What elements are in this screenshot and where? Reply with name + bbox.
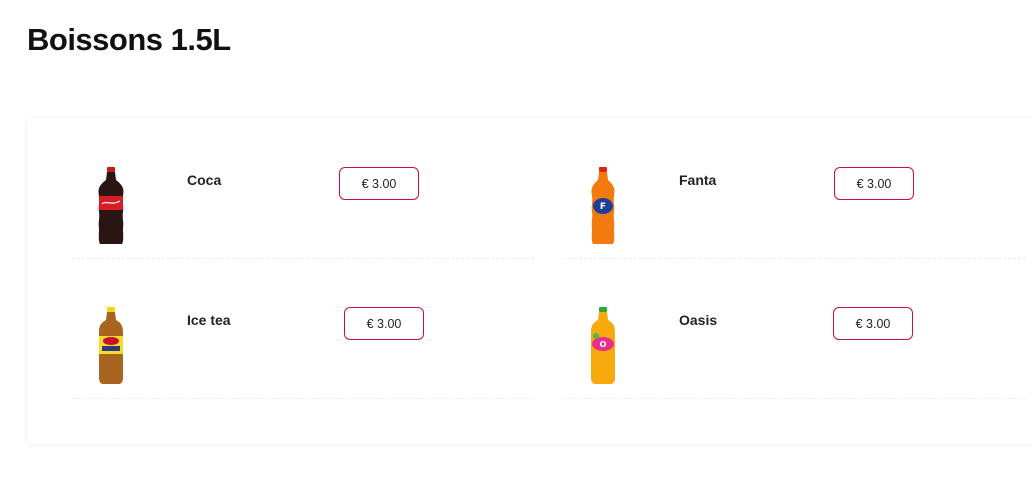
add-to-cart-button[interactable]: € 3.00 <box>834 167 914 200</box>
product-item-oasis[interactable]: O Oasis € 3.00 <box>564 258 1026 399</box>
product-item-fanta[interactable]: F Fanta € 3.00 <box>564 118 1026 259</box>
coca-bottle-icon <box>98 167 124 244</box>
svg-text:O: O <box>600 340 607 349</box>
add-to-cart-button[interactable]: € 3.00 <box>339 167 419 200</box>
product-item-ice-tea[interactable]: Ice tea € 3.00 <box>72 258 534 399</box>
product-name: Oasis <box>679 312 718 328</box>
oasis-bottle-icon: O <box>591 307 615 384</box>
product-name: Fanta <box>679 172 717 188</box>
add-to-cart-button[interactable]: € 3.00 <box>344 307 424 340</box>
add-to-cart-button[interactable]: € 3.00 <box>833 307 913 340</box>
svg-text:F: F <box>600 202 606 212</box>
product-name: Ice tea <box>187 312 231 328</box>
fanta-bottle-icon: F <box>591 167 615 244</box>
product-list-card: Coca € 3.00 F Fanta € 3.00 Ice tea € 3.0… <box>27 118 1032 444</box>
section-title: Boissons 1.5L <box>27 22 231 57</box>
ice-tea-bottle-icon <box>99 307 123 384</box>
product-item-coca[interactable]: Coca € 3.00 <box>72 118 534 259</box>
product-name: Coca <box>187 172 222 188</box>
